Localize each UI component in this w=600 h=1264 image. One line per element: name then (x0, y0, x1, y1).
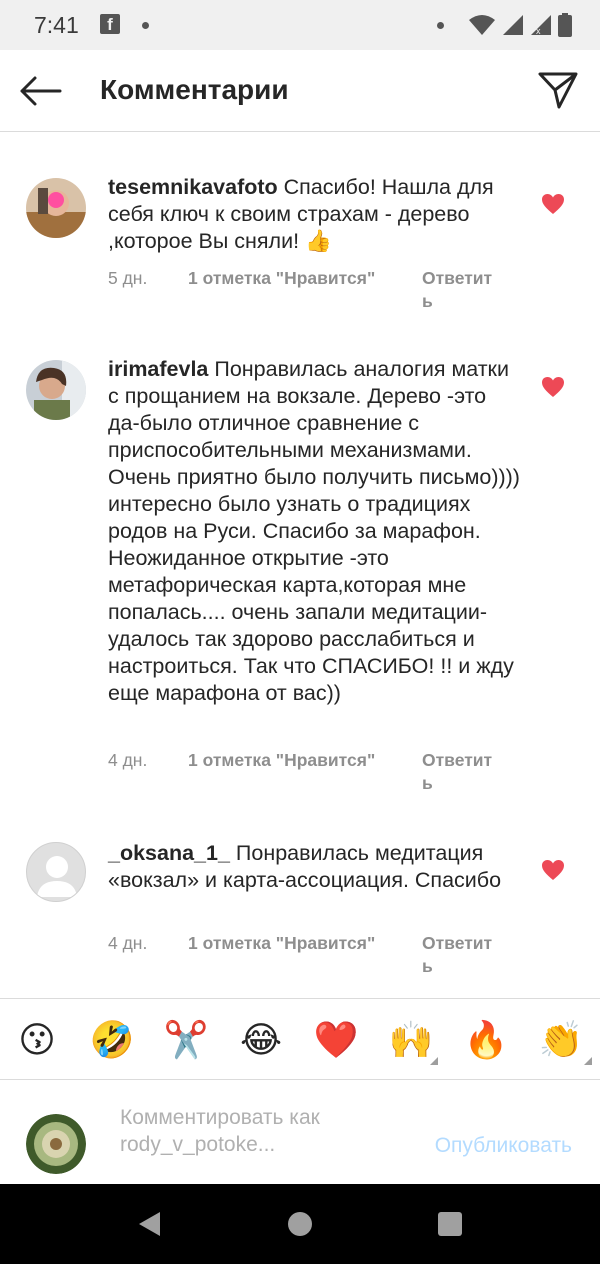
comment-age: 4 дн. (108, 750, 148, 770)
emoji-button[interactable]: 😗 (14, 1017, 60, 1063)
emoji-button[interactable]: 👏 (538, 1017, 584, 1063)
status-bar: 7:41 f x (0, 0, 600, 50)
avatar[interactable] (26, 178, 86, 238)
emoji-button[interactable]: 🔥 (463, 1017, 509, 1063)
emoji-button[interactable]: 🤣 (89, 1017, 135, 1063)
emoji-button[interactable]: 🙌 (388, 1017, 434, 1063)
comment-age: 5 дн. (108, 268, 148, 288)
heart-icon[interactable] (541, 193, 565, 215)
emoji-button[interactable]: 😂 (238, 1017, 284, 1063)
avatar[interactable] (26, 360, 86, 420)
avatar[interactable] (26, 842, 86, 902)
system-nav-bar (0, 1184, 600, 1264)
reply-button[interactable]: Ответить (422, 932, 494, 978)
heart-icon[interactable] (541, 376, 565, 398)
comment-text: irimafevla Понравилась аналогия матки с … (108, 356, 520, 707)
emoji-button[interactable]: ✂️ (163, 1017, 209, 1063)
emoji-button[interactable]: ❤️ (313, 1017, 359, 1063)
paper-plane-icon (538, 72, 578, 109)
page-title: Комментарии (100, 74, 289, 105)
signal-icon: x (531, 15, 551, 36)
comment-list[interactable]: tesemnikavafoto Спасибо! Нашла для себя … (0, 150, 600, 995)
notification-dot-icon (142, 22, 149, 29)
my-avatar (26, 1114, 86, 1174)
comment-likes-link[interactable]: 1 отметка "Нравится" (188, 749, 375, 772)
emoji-quick-bar: 😗 🤣 ✂️ 😂 ❤️ 🙌 🔥 👏 (0, 998, 600, 1080)
reply-button[interactable]: Ответить (422, 267, 494, 313)
comment-text: tesemnikavafoto Спасибо! Нашла для себя … (108, 174, 520, 255)
signal-icon (503, 15, 523, 35)
comment-text: _oksana_1_ Понравилась медитация «вокзал… (108, 840, 520, 894)
skin-tone-indicator-icon (584, 1057, 592, 1065)
heart-icon[interactable] (541, 859, 565, 881)
comment-age: 4 дн. (108, 933, 148, 953)
battery-icon (558, 13, 572, 37)
back-button[interactable] (14, 68, 66, 114)
nav-home-icon[interactable] (288, 1212, 312, 1236)
system-icons: x (437, 12, 572, 38)
comment-input[interactable]: Комментировать как rody_v_potoke... (120, 1104, 400, 1158)
share-button[interactable] (534, 66, 582, 114)
reply-button[interactable]: Ответить (422, 749, 494, 795)
comment-username[interactable]: irimafevla (108, 357, 208, 381)
facebook-icon: f (100, 14, 120, 34)
comment-message: Понравилась аналогия матки с прощанием н… (108, 357, 520, 705)
comment-composer: Комментировать как rody_v_potoke... Опуб… (0, 1080, 600, 1184)
nav-recents-icon[interactable] (438, 1212, 462, 1236)
comment-username[interactable]: tesemnikavafoto (108, 175, 278, 199)
comment-likes-link[interactable]: 1 отметка "Нравится" (188, 267, 375, 290)
publish-button[interactable]: Опубликовать (435, 1134, 572, 1158)
comment-likes-link[interactable]: 1 отметка "Нравится" (188, 932, 375, 955)
comment-username[interactable]: _oksana_1_ (108, 841, 230, 865)
status-time: 7:41 (34, 12, 79, 38)
arrow-left-icon (20, 76, 62, 106)
wifi-icon (469, 15, 495, 35)
skin-tone-indicator-icon (430, 1057, 438, 1065)
header: Комментарии (0, 50, 600, 132)
notification-dot-icon (437, 21, 444, 29)
svg-text:x: x (536, 26, 541, 36)
nav-back-icon[interactable] (136, 1210, 162, 1238)
